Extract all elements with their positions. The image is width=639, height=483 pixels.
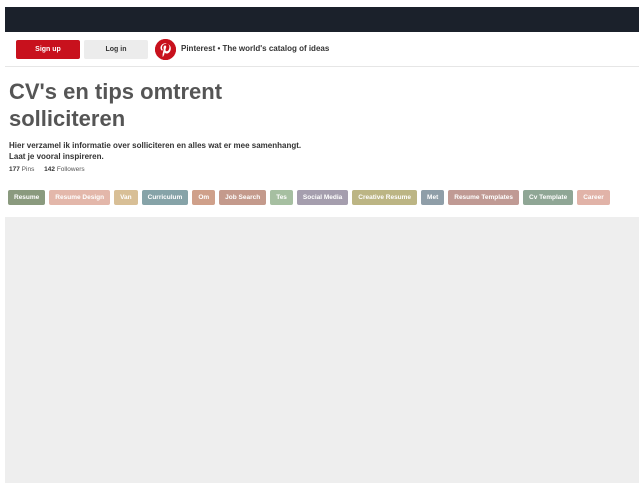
related-tags: Resume Resume Design Van Curriculum Om Job Se… bbox=[8, 190, 639, 205]
tag-social-media[interactable]: Social Media bbox=[296, 190, 349, 205]
board-description: Hier verzamel ik informatie over sollici… bbox=[9, 141, 302, 161]
pins-label: Pins bbox=[21, 166, 35, 173]
board-title-line1: CV's en tips omtrent bbox=[9, 79, 223, 104]
followers-label: Followers bbox=[56, 166, 85, 173]
followers-stat[interactable]: 142 Followers bbox=[44, 166, 84, 173]
tag-van[interactable]: Van bbox=[114, 190, 138, 205]
board-stats: 177 Pins 142 Followers bbox=[9, 166, 93, 173]
tag-cv-template[interactable]: Cv Template bbox=[523, 190, 574, 205]
pins-stat[interactable]: 177 Pins bbox=[9, 166, 34, 173]
top-bar bbox=[5, 7, 639, 32]
tag-creative-resume[interactable]: Creative Resume bbox=[352, 190, 418, 205]
tag-resume-templates[interactable]: Resume Templates bbox=[448, 190, 520, 205]
pin-grid bbox=[5, 217, 639, 483]
tag-job-search[interactable]: Job Search bbox=[219, 190, 267, 205]
tag-curriculum[interactable]: Curriculum bbox=[141, 190, 189, 205]
tag-resume[interactable]: Resume bbox=[8, 190, 46, 205]
signup-button[interactable]: Sign up bbox=[16, 40, 80, 59]
tag-met[interactable]: Met bbox=[421, 190, 445, 205]
page: Sign up Log in Pinterest • The world's c… bbox=[0, 0, 639, 483]
board-title: CV's en tips omtrent solliciteren bbox=[9, 78, 329, 132]
pinterest-logo-icon[interactable] bbox=[155, 39, 176, 60]
pins-count: 177 bbox=[9, 166, 20, 173]
followers-count: 142 bbox=[44, 166, 55, 173]
board-title-line2: solliciteren bbox=[9, 106, 126, 131]
tag-resume-design[interactable]: Resume Design bbox=[49, 190, 111, 205]
tag-om[interactable]: Om bbox=[192, 190, 216, 205]
tag-tes[interactable]: Tes bbox=[270, 190, 293, 205]
login-button[interactable]: Log in bbox=[84, 40, 148, 59]
tag-career[interactable]: Career bbox=[577, 190, 610, 205]
tagline: Pinterest • The world's catalog of ideas bbox=[181, 44, 330, 53]
header-bar: Sign up Log in Pinterest • The world's c… bbox=[5, 32, 639, 67]
